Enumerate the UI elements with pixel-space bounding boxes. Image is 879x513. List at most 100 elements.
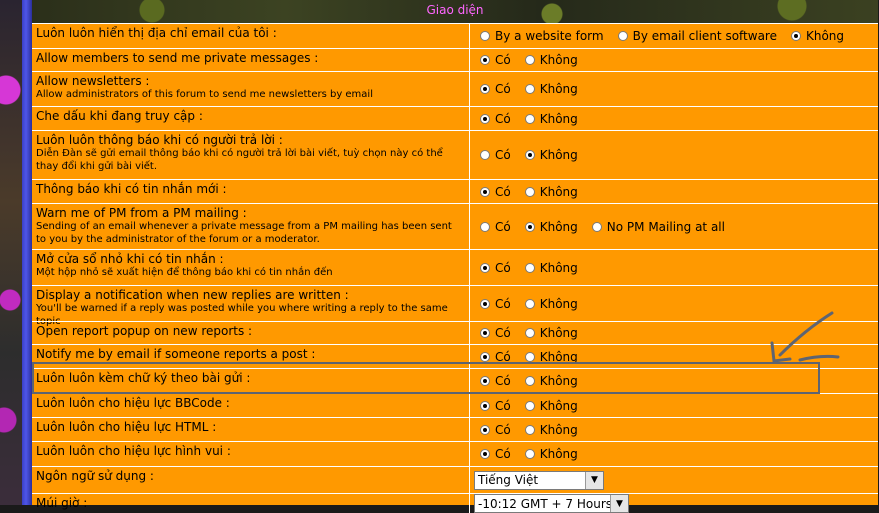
radio-button[interactable]: [524, 150, 535, 160]
radio-option-label: Không: [539, 374, 578, 388]
radio-button[interactable]: [617, 31, 628, 41]
radio-button[interactable]: [480, 262, 490, 273]
radio-button[interactable]: [790, 31, 801, 41]
radio-button[interactable]: [524, 262, 535, 273]
setting-label-cell: Luôn luôn cho hiệu lực hình vui :: [32, 442, 470, 466]
radio-button[interactable]: [480, 55, 490, 65]
radio-option-label: Không: [539, 260, 578, 275]
radio-button[interactable]: [480, 150, 490, 160]
radio-option[interactable]: Có: [480, 53, 511, 67]
radio-button[interactable]: [480, 351, 490, 362]
radio-option[interactable]: Có: [480, 220, 511, 234]
radio-button[interactable]: [524, 55, 535, 65]
setting-description: Một hộp nhỏ sẽ xuất hiện để thông báo kh…: [36, 267, 333, 278]
radio-button[interactable]: [480, 449, 490, 459]
timezone-select[interactable]: -10:12 GMT + 7 Hours ▼: [474, 494, 629, 513]
radio-option[interactable]: Có: [480, 374, 511, 388]
setting-label: Ngôn ngữ sử dụng :: [36, 469, 154, 483]
radio-button[interactable]: [480, 186, 490, 197]
setting-label: Notify me by email if someone reports a …: [36, 347, 316, 361]
radio-option[interactable]: Có: [480, 399, 511, 413]
radio-option[interactable]: Có: [480, 112, 511, 126]
radio-button[interactable]: [480, 298, 490, 309]
setting-label-cell: Warn me of PM from a PM mailing : Sending…: [32, 204, 470, 249]
radio-button[interactable]: [524, 298, 535, 309]
radio-option-label: Có: [495, 260, 511, 275]
radio-button[interactable]: [480, 400, 490, 411]
radio-button[interactable]: [480, 424, 490, 435]
radio-option[interactable]: Không: [524, 326, 578, 340]
radio-option[interactable]: Không: [524, 219, 578, 234]
radio-option[interactable]: Không: [524, 374, 578, 388]
radio-option[interactable]: Không: [524, 82, 578, 96]
setting-label-cell: Luôn luôn cho hiệu lực BBCode :: [32, 394, 470, 417]
radio-button[interactable]: [524, 449, 535, 459]
radio-option[interactable]: Không: [524, 297, 578, 311]
radio-option[interactable]: Có: [480, 82, 511, 96]
radio-option-label: Không: [805, 29, 845, 43]
radio-option[interactable]: No PM Mailing at all: [591, 220, 725, 234]
radio-option-label: Không: [539, 219, 578, 234]
radio-option-label: Có: [495, 82, 511, 96]
radio-button[interactable]: [524, 376, 535, 386]
radio-option[interactable]: Không: [790, 29, 845, 43]
radio-button[interactable]: [480, 113, 490, 124]
radio-button[interactable]: [480, 328, 490, 338]
setting-options: Có Không: [470, 418, 878, 441]
radio-option[interactable]: Không: [524, 350, 578, 364]
radio-button[interactable]: [524, 84, 535, 94]
radio-button[interactable]: [524, 113, 535, 124]
radio-option[interactable]: Không: [524, 260, 578, 275]
radio-option-label: Có: [495, 447, 511, 461]
section-header: Giao diện: [32, 0, 878, 23]
radio-option[interactable]: Có: [480, 447, 511, 461]
setting-options: Có Không: [470, 250, 878, 285]
radio-button[interactable]: [524, 328, 535, 338]
chevron-down-icon[interactable]: ▼: [585, 471, 603, 489]
radio-option[interactable]: Có: [480, 350, 511, 364]
radio-option[interactable]: Không: [524, 399, 578, 413]
radio-option[interactable]: Không: [524, 423, 578, 437]
setting-label-cell: Múi giờ :: [32, 494, 470, 513]
radio-button[interactable]: [524, 400, 535, 411]
radio-option[interactable]: Không: [524, 53, 578, 67]
select-value: Tiếng Việt: [478, 473, 539, 487]
select-value: -10:12 GMT + 7 Hours: [478, 496, 612, 511]
radio-option-label: Không: [539, 82, 578, 96]
radio-option-label: Không: [539, 111, 578, 126]
radio-option[interactable]: Có: [480, 261, 511, 275]
language-select[interactable]: Tiếng Việt ▼: [474, 470, 604, 490]
setting-options: By a website form By email client softwar…: [470, 24, 878, 48]
radio-button[interactable]: [480, 31, 490, 41]
radio-option[interactable]: Không: [524, 185, 578, 199]
radio-button[interactable]: [480, 376, 490, 386]
setting-label-cell: Mở cửa sổ nhỏ khi có tin nhắn : Một hộp n…: [32, 250, 470, 285]
radio-option[interactable]: By email client software: [617, 29, 777, 43]
radio-option-label: Có: [495, 184, 511, 199]
radio-button[interactable]: [480, 221, 490, 232]
radio-button[interactable]: [524, 221, 535, 232]
radio-option-label: Không: [539, 326, 578, 340]
radio-option[interactable]: Không: [524, 111, 578, 126]
radio-button[interactable]: [480, 84, 490, 94]
radio-option-label: By a website form: [495, 29, 604, 43]
radio-option-label: Có: [495, 326, 511, 340]
radio-button[interactable]: [524, 424, 535, 435]
radio-option[interactable]: Có: [480, 148, 511, 162]
setting-row: Allow members to send me private message…: [32, 48, 878, 71]
radio-option[interactable]: By a website form: [480, 29, 604, 43]
radio-button[interactable]: [591, 221, 602, 232]
radio-option[interactable]: Có: [480, 423, 511, 437]
chevron-down-icon[interactable]: ▼: [610, 495, 628, 512]
radio-option-label: Có: [495, 398, 511, 413]
radio-button[interactable]: [524, 351, 535, 362]
radio-option[interactable]: Không: [524, 148, 578, 162]
radio-option[interactable]: Có: [480, 185, 511, 199]
setting-options: Có Không: [470, 394, 878, 417]
radio-option[interactable]: Không: [524, 447, 578, 461]
setting-options: Có Không: [470, 442, 878, 466]
radio-button[interactable]: [524, 186, 535, 197]
hand-drawn-arrow-icon: [770, 311, 840, 363]
radio-option[interactable]: Có: [480, 326, 511, 340]
radio-option[interactable]: Có: [480, 297, 511, 311]
